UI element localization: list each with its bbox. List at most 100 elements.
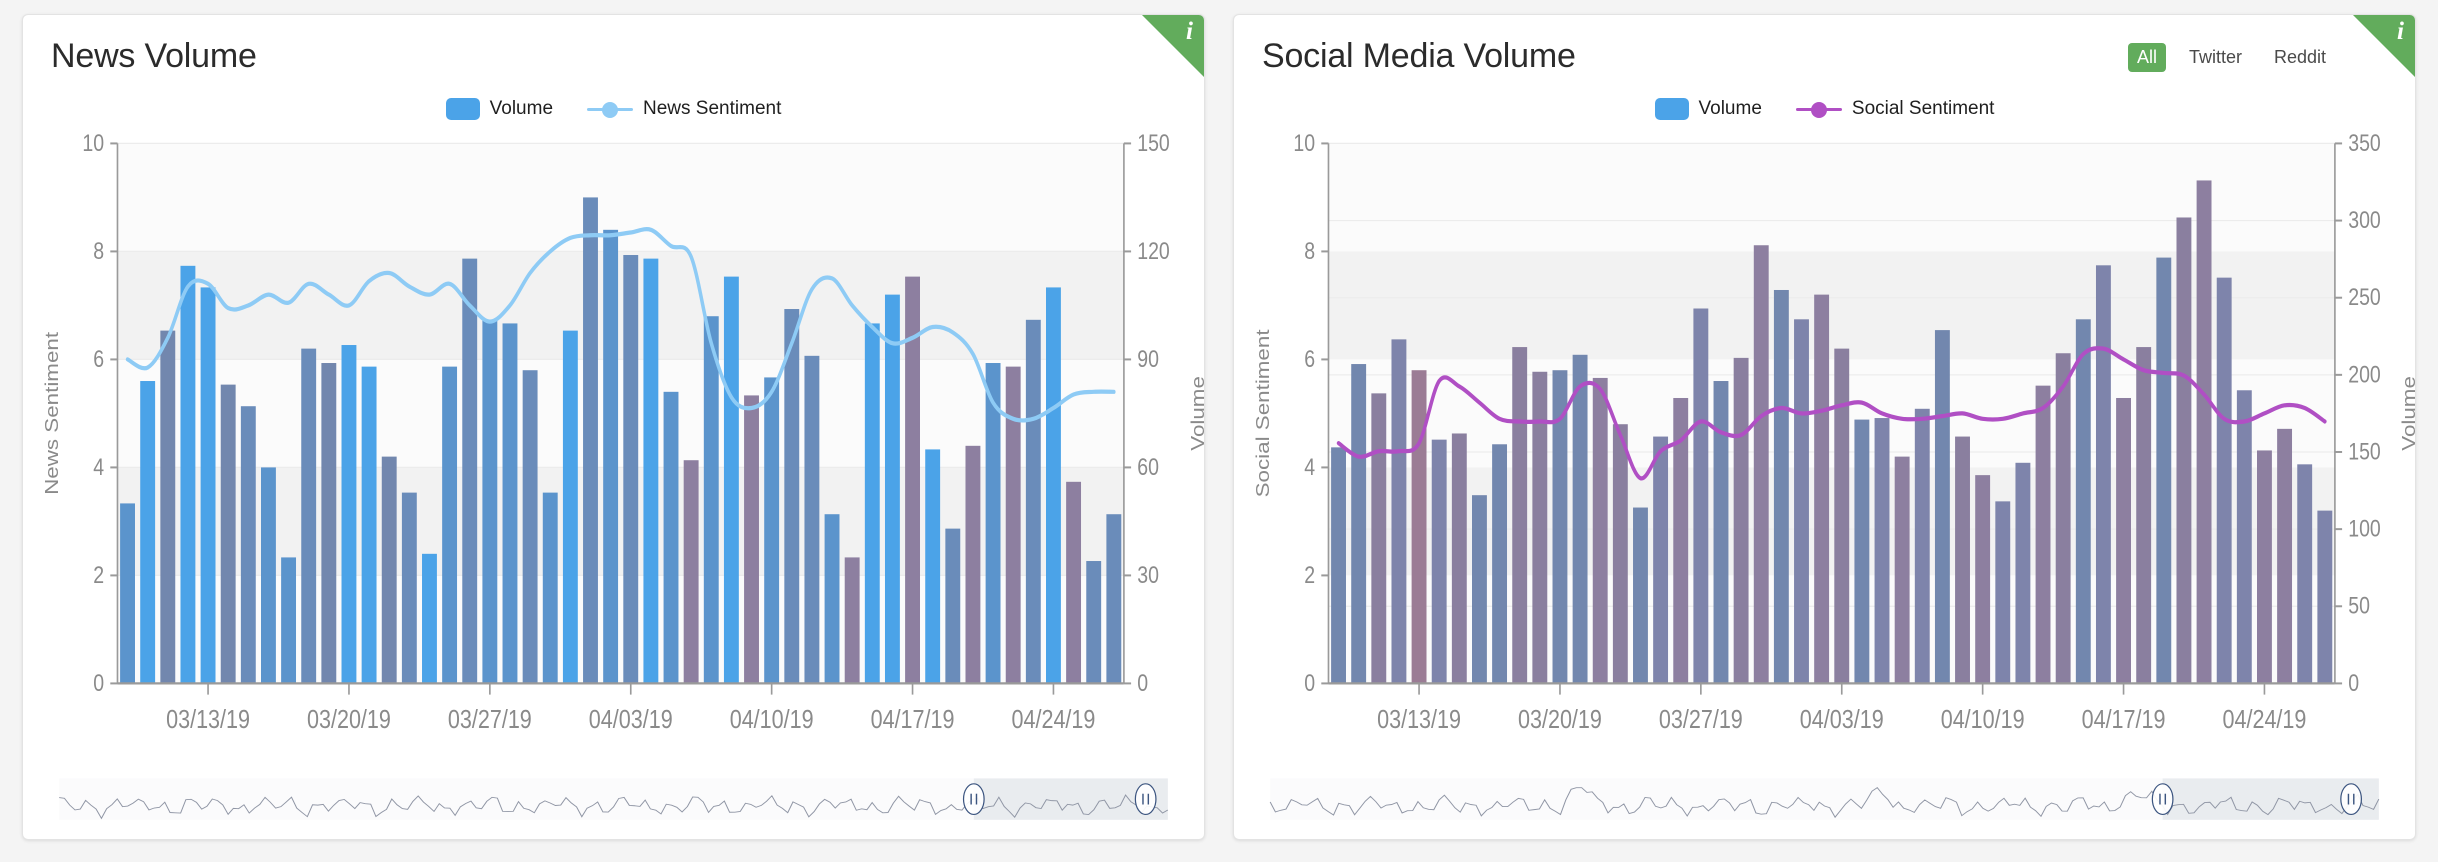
svg-text:04/10/19: 04/10/19 bbox=[1941, 705, 2025, 734]
news-legend: Volume News Sentiment bbox=[23, 98, 1204, 120]
bar bbox=[1572, 354, 1588, 684]
bar bbox=[764, 377, 780, 684]
bar bbox=[1066, 481, 1082, 684]
legend-item-volume-news[interactable]: Volume bbox=[445, 98, 554, 120]
slider-handle-left bbox=[2151, 783, 2174, 815]
tab-all[interactable]: All bbox=[2127, 43, 2166, 72]
svg-text:04/17/19: 04/17/19 bbox=[871, 705, 955, 734]
bar bbox=[804, 355, 820, 684]
bar bbox=[784, 309, 800, 684]
social-media-volume-chart[interactable]: 0246810050100150200250300350Social Senti… bbox=[1234, 126, 2415, 773]
bar bbox=[965, 445, 981, 684]
bar bbox=[1794, 319, 1809, 684]
bar bbox=[321, 363, 337, 684]
bar bbox=[1492, 444, 1508, 684]
bar bbox=[2176, 217, 2192, 684]
bar bbox=[562, 330, 578, 684]
ribbon-triangle bbox=[1142, 15, 1204, 77]
news-range-slider-track[interactable] bbox=[53, 773, 1174, 827]
bar bbox=[482, 319, 498, 684]
info-ribbon-social[interactable]: i bbox=[2353, 15, 2415, 77]
svg-text:03/13/19: 03/13/19 bbox=[166, 705, 250, 734]
legend-label-volume-news: Volume bbox=[489, 98, 554, 119]
bar bbox=[2116, 397, 2131, 684]
svg-text:8: 8 bbox=[93, 237, 104, 264]
info-ribbon-news[interactable]: i bbox=[1142, 15, 1204, 77]
news-volume-chart[interactable]: 0 2 4 6 8 10 0 30 60 90 120 150 News Sentiment Volume… bbox=[23, 126, 1204, 773]
bar bbox=[1046, 287, 1061, 684]
bar bbox=[1025, 319, 1041, 684]
news-range-slider[interactable] bbox=[23, 773, 1204, 839]
bar bbox=[663, 391, 679, 684]
bar bbox=[2156, 257, 2172, 684]
social-range-slider[interactable] bbox=[1234, 773, 2415, 839]
bar bbox=[1854, 419, 1870, 684]
svg-text:150: 150 bbox=[2348, 438, 2381, 465]
news-plot-area[interactable]: 0 2 4 6 8 10 0 30 60 90 120 150 News Sentiment Volume… bbox=[23, 126, 1204, 773]
tab-twitter[interactable]: Twitter bbox=[2180, 43, 2251, 72]
page-title-social: Social Media Volume bbox=[1262, 37, 1576, 75]
social-plot-area[interactable]: 0 2 4 6 8 10 0 50 100 150 200 250 300 350 Social Senti… bbox=[1234, 126, 2415, 773]
bar bbox=[401, 492, 417, 684]
bar bbox=[1995, 501, 2011, 684]
info-icon[interactable]: i bbox=[1186, 19, 1193, 44]
bar bbox=[1351, 364, 1367, 684]
bar bbox=[1431, 439, 1447, 684]
svg-text:6: 6 bbox=[1304, 345, 1315, 372]
bar bbox=[2317, 510, 2333, 684]
svg-text:30: 30 bbox=[1137, 561, 1159, 588]
bar bbox=[1894, 456, 1910, 684]
svg-text:60: 60 bbox=[1137, 453, 1159, 480]
bar bbox=[1512, 347, 1528, 684]
svg-text:8: 8 bbox=[1304, 237, 1315, 264]
bar bbox=[1955, 436, 1970, 684]
bar bbox=[442, 366, 458, 684]
svg-text:150: 150 bbox=[1137, 129, 1170, 156]
slider-handle-right bbox=[1134, 783, 1157, 815]
legend-item-social-sentiment[interactable]: Social Sentiment bbox=[1795, 98, 1994, 120]
volume-swatch-icon bbox=[445, 98, 480, 120]
svg-text:Volume: Volume bbox=[1188, 376, 1204, 451]
bar bbox=[2075, 319, 2091, 684]
bar bbox=[422, 553, 437, 684]
bar bbox=[462, 258, 478, 684]
bar bbox=[683, 460, 699, 684]
bar bbox=[824, 514, 840, 684]
bar bbox=[2136, 347, 2152, 684]
bar bbox=[522, 370, 538, 684]
bar bbox=[2297, 464, 2313, 684]
legend-item-volume-social[interactable]: Volume bbox=[1654, 98, 1762, 120]
bar bbox=[502, 323, 518, 684]
bar bbox=[1773, 289, 1789, 684]
social-card-header: Social Media Volume All Twitter Reddit bbox=[1234, 15, 2415, 76]
info-icon[interactable]: i bbox=[2397, 19, 2404, 44]
svg-text:50: 50 bbox=[2348, 592, 2370, 619]
bar bbox=[623, 255, 639, 684]
svg-text:04/03/19: 04/03/19 bbox=[589, 705, 673, 734]
bar bbox=[2035, 385, 2051, 684]
bar bbox=[2216, 277, 2232, 684]
bar bbox=[281, 557, 297, 684]
bar bbox=[1371, 393, 1387, 684]
svg-text:10: 10 bbox=[82, 129, 104, 156]
bar bbox=[120, 503, 135, 684]
legend-item-news-sentiment[interactable]: News Sentiment bbox=[587, 98, 781, 120]
svg-text:03/20/19: 03/20/19 bbox=[1518, 705, 1602, 734]
slider-handle-right bbox=[2340, 783, 2363, 815]
bar bbox=[1411, 370, 1427, 684]
bar bbox=[1451, 433, 1467, 684]
bar bbox=[1874, 418, 1890, 684]
bar bbox=[1713, 381, 1729, 684]
bar bbox=[1975, 475, 1991, 684]
news-sentiment-swatch-icon bbox=[587, 100, 634, 118]
svg-text:0: 0 bbox=[93, 669, 104, 696]
tab-reddit[interactable]: Reddit bbox=[2265, 43, 2335, 72]
bar bbox=[1532, 371, 1548, 684]
bar bbox=[2015, 462, 2031, 684]
social-range-slider-track[interactable] bbox=[1264, 773, 2385, 827]
bar bbox=[844, 557, 860, 684]
svg-text:2: 2 bbox=[93, 561, 104, 588]
bar bbox=[341, 345, 357, 684]
social-sentiment-swatch-icon bbox=[1795, 100, 1842, 118]
bar bbox=[1934, 330, 1950, 684]
